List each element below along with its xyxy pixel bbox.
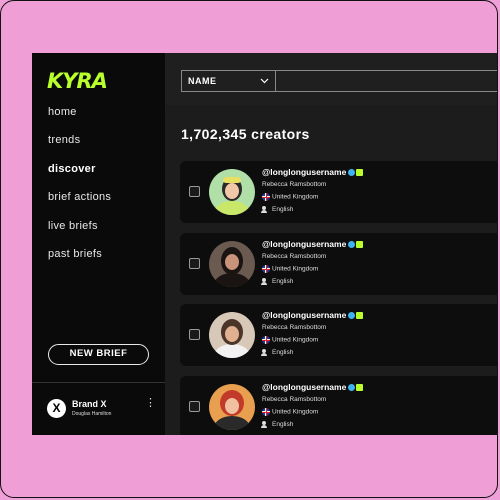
creator-avatar — [209, 384, 255, 430]
sidebar-divider — [32, 382, 165, 383]
speaker-icon — [261, 278, 270, 285]
select-checkbox[interactable] — [189, 401, 200, 412]
uk-flag-icon — [262, 265, 270, 273]
sidebar-item-home[interactable]: home — [48, 106, 111, 134]
creator-card[interactable]: @longlongusername Rebecca Ramsbottom Uni… — [180, 304, 497, 366]
sidebar-item-live-briefs[interactable]: live briefs — [48, 220, 111, 248]
creator-language: English — [261, 206, 293, 213]
creator-language: English — [261, 278, 293, 285]
creator-name: Rebecca Ramsbottom — [262, 324, 327, 331]
creator-country: United Kingdom — [262, 265, 318, 273]
platform-icon — [356, 312, 364, 320]
verified-icon — [348, 312, 356, 320]
creator-name: Rebecca Ramsbottom — [262, 181, 327, 188]
platform-icon — [356, 169, 364, 177]
creator-avatar — [209, 312, 255, 358]
sidebar-item-past-briefs[interactable]: past briefs — [48, 248, 111, 276]
filter-dropdown-label: NAME — [188, 76, 217, 86]
creator-card[interactable]: @longlongusername Rebecca Ramsbottom Uni… — [180, 161, 497, 223]
creator-country: United Kingdom — [262, 336, 318, 344]
sidebar: KYRA home trends discover brief actions … — [32, 53, 165, 435]
sidebar-nav: home trends discover brief actions live … — [48, 106, 111, 276]
creator-country: United Kingdom — [262, 408, 318, 416]
uk-flag-icon — [262, 408, 270, 416]
filter-dropdown[interactable]: NAME — [181, 70, 276, 92]
creator-username[interactable]: @longlongusername — [262, 239, 364, 249]
chevron-down-icon — [260, 71, 269, 98]
app-window: KYRA home trends discover brief actions … — [32, 53, 497, 435]
creator-name: Rebecca Ramsbottom — [262, 396, 327, 403]
verified-icon — [348, 384, 356, 392]
creator-language: English — [261, 421, 293, 428]
creator-avatar — [209, 169, 255, 215]
verified-icon — [348, 169, 356, 177]
sidebar-item-brief-actions[interactable]: brief actions — [48, 191, 111, 219]
creator-username[interactable]: @longlongusername — [262, 167, 364, 177]
brand-user-name: Douglas Hamilton — [72, 411, 112, 417]
platform-icon — [356, 241, 364, 249]
platform-icon — [356, 384, 364, 392]
new-brief-button[interactable]: NEW BRIEF — [48, 344, 149, 365]
select-checkbox[interactable] — [189, 186, 200, 197]
creator-avatar — [209, 241, 255, 287]
select-checkbox[interactable] — [189, 329, 200, 340]
creator-country: United Kingdom — [262, 193, 318, 201]
brand-avatar: X — [47, 399, 66, 418]
speaker-icon — [261, 206, 270, 213]
uk-flag-icon — [262, 193, 270, 201]
creator-card[interactable]: @longlongusername Rebecca Ramsbottom Uni… — [180, 376, 497, 435]
creator-language: English — [261, 349, 293, 356]
more-options-icon[interactable]: ⋮ — [145, 398, 156, 409]
brand-name: Brand X — [72, 399, 107, 409]
filter-bar: NAME — [165, 53, 497, 105]
app-logo: KYRA — [47, 69, 108, 93]
select-checkbox[interactable] — [189, 258, 200, 269]
speaker-icon — [261, 349, 270, 356]
creator-count: 1,702,345 creators — [181, 126, 310, 142]
creator-name: Rebecca Ramsbottom — [262, 253, 327, 260]
creator-card[interactable]: @longlongusername Rebecca Ramsbottom Uni… — [180, 233, 497, 295]
sidebar-item-discover[interactable]: discover — [48, 163, 111, 191]
sidebar-item-trends[interactable]: trends — [48, 134, 111, 162]
speaker-icon — [261, 421, 270, 428]
creator-username[interactable]: @longlongusername — [262, 310, 364, 320]
screenshot-frame: KYRA home trends discover brief actions … — [0, 0, 498, 498]
uk-flag-icon — [262, 336, 270, 344]
verified-icon — [348, 241, 356, 249]
creator-username[interactable]: @longlongusername — [262, 382, 364, 392]
brand-account[interactable]: X Brand X Douglas Hamilton ⋮ — [47, 398, 157, 421]
search-input[interactable] — [276, 70, 497, 92]
